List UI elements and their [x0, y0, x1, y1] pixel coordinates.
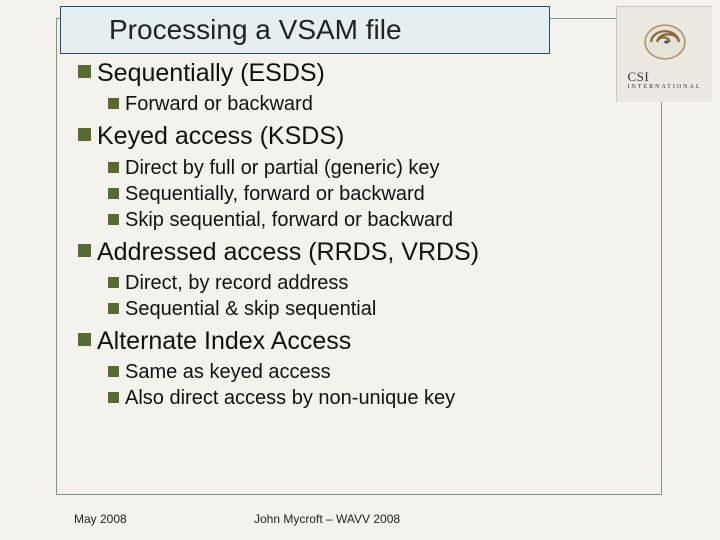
logo-sub: INTERNATIONAL: [628, 84, 702, 90]
section-heading: Keyed access (KSDS): [97, 121, 344, 152]
list-item: Same as keyed access: [108, 359, 638, 385]
list-item: Direct, by record address: [108, 270, 638, 296]
footer-date: May 2008: [74, 512, 254, 526]
bullet-icon: [108, 214, 119, 225]
list-item: Addressed access (RRDS, VRDS): [78, 237, 638, 268]
section-heading: Addressed access (RRDS, VRDS): [97, 237, 479, 268]
slide-title: Processing a VSAM file: [109, 14, 402, 46]
footer-author: John Mycroft – WAVV 2008: [254, 512, 400, 526]
list-text: Sequential & skip sequential: [125, 296, 376, 322]
bullet-icon: [78, 333, 91, 346]
list-item: Alternate Index Access: [78, 326, 638, 357]
list-item: Skip sequential, forward or backward: [108, 207, 638, 233]
content-area: Sequentially (ESDS) Forward or backward …: [78, 56, 638, 415]
list-item: Forward or backward: [108, 91, 638, 117]
bullet-icon: [108, 98, 119, 109]
section-heading: Sequentially (ESDS): [97, 58, 325, 89]
bullet-icon: [108, 188, 119, 199]
list-item: Sequentially, forward or backward: [108, 181, 638, 207]
bullet-icon: [78, 244, 91, 257]
list-text: Same as keyed access: [125, 359, 331, 385]
list-text: Sequentially, forward or backward: [125, 181, 425, 207]
list-text: Skip sequential, forward or backward: [125, 207, 453, 233]
logo-text: CSI INTERNATIONAL: [628, 69, 702, 90]
list-item: Sequentially (ESDS): [78, 58, 638, 89]
bullet-icon: [108, 303, 119, 314]
list-item: Direct by full or partial (generic) key: [108, 155, 638, 181]
bullet-icon: [108, 162, 119, 173]
list-item: Also direct access by non-unique key: [108, 385, 638, 411]
bullet-icon: [108, 392, 119, 403]
list-item: Sequential & skip sequential: [108, 296, 638, 322]
bullet-icon: [78, 65, 91, 78]
section-heading: Alternate Index Access: [97, 326, 351, 357]
list-text: Forward or backward: [125, 91, 313, 117]
bullet-icon: [108, 366, 119, 377]
bullet-icon: [78, 128, 91, 141]
bullet-icon: [108, 277, 119, 288]
list-item: Keyed access (KSDS): [78, 121, 638, 152]
slide: Processing a VSAM file CSI INTERNATIONAL…: [0, 0, 720, 540]
list-text: Direct by full or partial (generic) key: [125, 155, 440, 181]
list-text: Direct, by record address: [125, 270, 348, 296]
csi-swirl-icon: [642, 19, 688, 65]
footer: May 2008 John Mycroft – WAVV 2008: [74, 512, 634, 526]
list-text: Also direct access by non-unique key: [125, 385, 455, 411]
title-box: Processing a VSAM file: [60, 6, 550, 54]
